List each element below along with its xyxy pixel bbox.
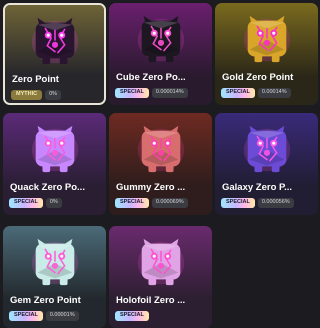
pet-name: Galaxy Zero P...	[222, 182, 293, 193]
pet-meta: SPECIAL	[115, 310, 208, 321]
zero-point-cube-icon	[238, 11, 296, 67]
pet-card-gold-zero-point[interactable]: Gold Zero Point SPECIAL 0.00014%	[215, 3, 318, 105]
chance-label: 0%	[45, 89, 62, 100]
rarity-badge: SPECIAL	[115, 87, 149, 98]
zero-point-cube-icon	[132, 121, 190, 177]
pet-meta: SPECIAL 0.00001%	[9, 310, 102, 321]
pet-meta: SPECIAL 0.00014%	[221, 87, 314, 98]
zero-point-cube-icon	[26, 13, 84, 69]
pet-card-galaxy-zero-point[interactable]: Galaxy Zero P... SPECIAL 0.000056%	[215, 113, 318, 215]
pet-meta: SPECIAL 0.000056%	[221, 197, 314, 208]
rarity-badge: SPECIAL	[9, 197, 43, 208]
pet-card-cube-zero-point[interactable]: Cube Zero Po... SPECIAL 0.000014%	[109, 3, 212, 105]
rarity-badge: SPECIAL	[221, 87, 255, 98]
pet-meta: SPECIAL 0%	[9, 197, 102, 208]
pet-name: Gummy Zero ...	[116, 182, 186, 193]
chance-label: 0.00014%	[257, 87, 291, 98]
chance-label: 0.000056%	[257, 197, 294, 208]
pet-card-quack-zero-point[interactable]: Quack Zero Po... SPECIAL 0%	[3, 113, 106, 215]
pet-card-zero-point[interactable]: Zero Point MYTHIC 0%	[3, 3, 106, 105]
zero-point-cube-icon	[26, 234, 84, 290]
pet-card-gem-zero-point[interactable]: Gem Zero Point SPECIAL 0.00001%	[3, 226, 106, 328]
pet-meta: SPECIAL 0.000069%	[115, 197, 208, 208]
chance-label: 0.00001%	[45, 310, 79, 321]
pet-name: Gem Zero Point	[10, 295, 81, 306]
zero-point-cube-icon	[238, 121, 296, 177]
zero-point-cube-icon	[26, 121, 84, 177]
pet-meta: MYTHIC 0%	[11, 89, 100, 100]
pet-card-holofoil-zero-point[interactable]: Holofoil Zero ... SPECIAL	[109, 226, 212, 328]
rarity-badge: SPECIAL	[115, 310, 149, 321]
rarity-badge: SPECIAL	[9, 310, 43, 321]
pet-name: Cube Zero Po...	[116, 72, 186, 83]
pet-meta: SPECIAL 0.000014%	[115, 87, 208, 98]
rarity-badge: SPECIAL	[115, 197, 149, 208]
zero-point-cube-icon	[132, 11, 190, 67]
pet-name: Holofoil Zero ...	[116, 295, 186, 306]
pet-card-gummy-zero-point[interactable]: Gummy Zero ... SPECIAL 0.000069%	[109, 113, 212, 215]
pet-name: Quack Zero Po...	[10, 182, 85, 193]
chance-label: 0.000014%	[151, 87, 188, 98]
pet-name: Zero Point	[12, 74, 59, 85]
pet-name: Gold Zero Point	[222, 72, 294, 83]
pet-grid: Zero Point MYTHIC 0% Cube Zero Po... SPE…	[0, 0, 320, 328]
zero-point-cube-icon	[132, 234, 190, 290]
rarity-badge: SPECIAL	[221, 197, 255, 208]
chance-label: 0%	[45, 197, 62, 208]
chance-label: 0.000069%	[151, 197, 188, 208]
rarity-badge: MYTHIC	[11, 89, 43, 100]
